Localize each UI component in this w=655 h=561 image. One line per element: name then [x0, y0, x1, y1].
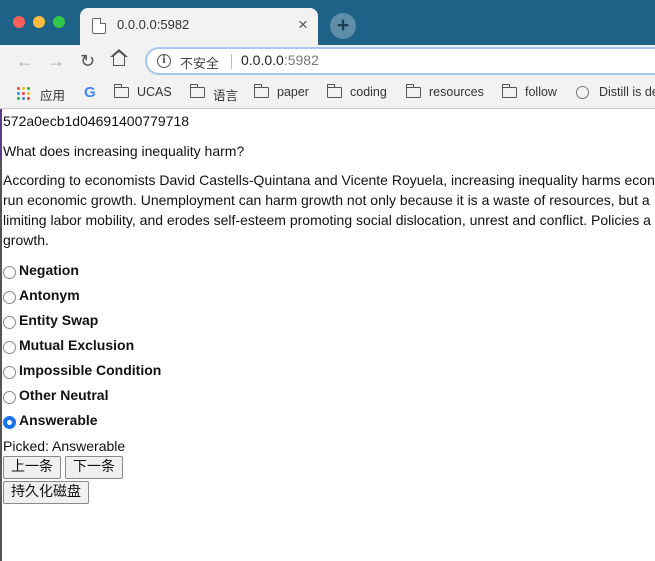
- passage-line: limiting labor mobility, and erodes self…: [3, 212, 651, 228]
- tab-close-icon[interactable]: ×: [298, 15, 308, 35]
- distill-icon: [576, 86, 589, 99]
- folder-icon: [501, 84, 517, 98]
- radio-button[interactable]: [3, 341, 16, 354]
- option-label[interactable]: Answerable: [19, 412, 98, 428]
- browser-toolbar: ← → ↻ i 不安全 0.0.0.0:5982: [0, 45, 655, 78]
- tab-strip: 0.0.0.0:5982 × +: [0, 0, 655, 45]
- close-window-button[interactable]: [13, 16, 25, 28]
- radio-button[interactable]: [3, 391, 16, 404]
- info-icon[interactable]: i: [157, 54, 171, 68]
- option-label[interactable]: Negation: [19, 262, 79, 278]
- bookmark-resources[interactable]: resources: [429, 85, 484, 99]
- persist-to-disk-button[interactable]: 持久化磁盘: [3, 481, 89, 504]
- url-text[interactable]: 0.0.0.0:5982: [241, 52, 319, 68]
- folder-icon: [113, 84, 129, 98]
- zoom-window-button[interactable]: [53, 16, 65, 28]
- record-id: 572a0ecb1d04691400779718: [3, 113, 190, 129]
- option-label[interactable]: Mutual Exclusion: [19, 337, 134, 353]
- radio-button[interactable]: [3, 266, 16, 279]
- minimize-window-button[interactable]: [33, 16, 45, 28]
- bookmark-coding[interactable]: coding: [350, 85, 387, 99]
- passage-line: run economic growth. Unemployment can ha…: [3, 192, 650, 208]
- passage-line: According to economists David Castells-Q…: [3, 172, 655, 188]
- address-bar[interactable]: i 不安全 0.0.0.0:5982: [145, 47, 655, 75]
- option-label[interactable]: Entity Swap: [19, 312, 98, 328]
- folder-icon: [253, 84, 269, 98]
- forward-arrow-icon[interactable]: →: [47, 50, 65, 72]
- back-arrow-icon[interactable]: ←: [16, 50, 34, 72]
- passage: According to economists David Castells-Q…: [3, 170, 655, 250]
- option-label[interactable]: Impossible Condition: [19, 362, 161, 378]
- apps-grid-icon[interactable]: [17, 87, 30, 100]
- option-label[interactable]: Antonym: [19, 287, 80, 303]
- picked-status: Picked: Answerable: [3, 438, 126, 454]
- url-separator: [231, 54, 232, 69]
- page-content: 572a0ecb1d04691400779718 What does incre…: [0, 109, 655, 561]
- folder-icon: [326, 84, 342, 98]
- google-icon[interactable]: G: [84, 84, 96, 101]
- url-host: 0.0.0.0: [241, 52, 284, 68]
- radio-button[interactable]: [3, 366, 16, 379]
- reload-icon[interactable]: ↻: [80, 50, 95, 72]
- option-label[interactable]: Other Neutral: [19, 387, 108, 403]
- bookmark-distill[interactable]: Distill is de: [599, 85, 655, 99]
- security-label[interactable]: 不安全: [180, 53, 219, 72]
- tab-title: 0.0.0.0:5982: [117, 17, 190, 32]
- browser-tab[interactable]: 0.0.0.0:5982 ×: [80, 8, 318, 45]
- folder-icon: [405, 84, 421, 98]
- folder-icon: [189, 84, 205, 98]
- previous-button[interactable]: 上一条: [3, 456, 61, 479]
- radio-button-selected[interactable]: [3, 416, 16, 429]
- bookmarks-bar: 应用 G UCAS 语言 paper coding resources foll…: [0, 78, 655, 109]
- bookmark-paper[interactable]: paper: [277, 85, 309, 99]
- url-port: :5982: [283, 52, 319, 68]
- window-left-edge: [0, 109, 2, 561]
- window-left-edge-accent: [0, 109, 2, 159]
- question-text: What does increasing inequality harm?: [3, 143, 245, 159]
- bookmark-apps[interactable]: 应用: [40, 85, 65, 104]
- page-icon: [92, 18, 106, 34]
- bookmark-follow[interactable]: follow: [525, 85, 557, 99]
- new-tab-button[interactable]: +: [330, 13, 356, 39]
- bookmark-ucas[interactable]: UCAS: [137, 85, 172, 99]
- radio-button[interactable]: [3, 291, 16, 304]
- passage-line: growth.: [3, 232, 49, 248]
- next-button[interactable]: 下一条: [65, 456, 123, 479]
- bookmark-language[interactable]: 语言: [213, 85, 238, 104]
- radio-button[interactable]: [3, 316, 16, 329]
